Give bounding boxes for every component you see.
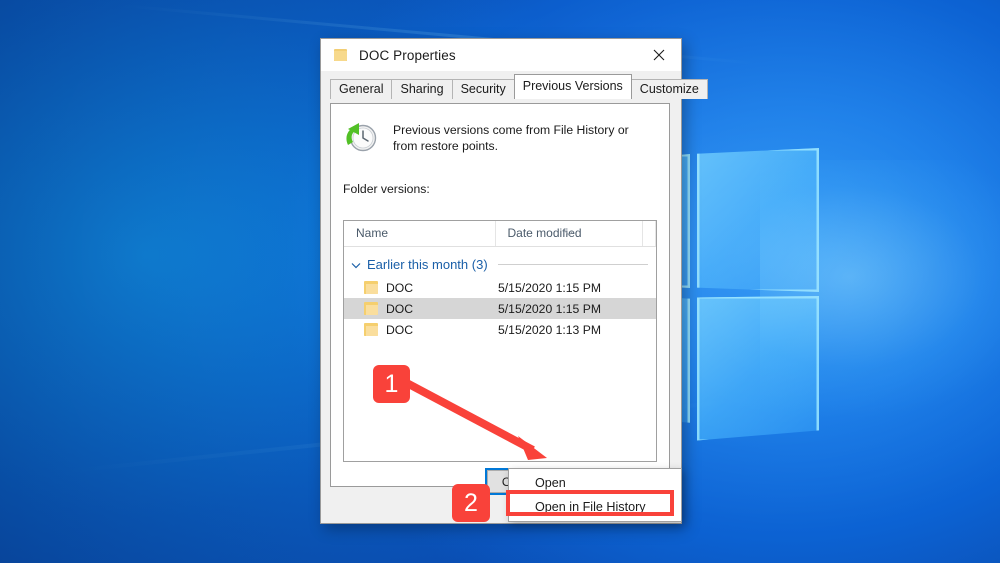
menu-item-open-in-file-history[interactable]: Open in File History [509, 495, 681, 519]
step-badge-2: 2 [452, 484, 490, 522]
tab-general[interactable]: General [330, 79, 393, 99]
chevron-down-icon[interactable] [350, 258, 362, 270]
list-group-header[interactable]: Earlier this month (3) [344, 251, 656, 277]
restore-clock-icon [343, 120, 379, 156]
row-date-modified: 5/15/2020 1:15 PM [498, 301, 601, 316]
tab-security[interactable]: Security [451, 79, 515, 99]
row-name: DOC [386, 301, 414, 316]
previous-versions-panel: Previous versions come from File History… [330, 103, 670, 495]
row-name: DOC [386, 322, 414, 337]
screenshot-root: DOC Properties General Sharing Security … [0, 0, 1000, 563]
dialog-title: DOC Properties [359, 47, 456, 63]
folder-icon [334, 48, 347, 62]
properties-dialog: DOC Properties General Sharing Security … [320, 38, 708, 524]
info-banner: Previous versions come from File History… [343, 120, 669, 156]
folder-icon [364, 281, 378, 294]
list-group-label: Earlier this month (3) [367, 256, 488, 272]
column-header-date-modified[interactable]: Date modified [496, 221, 643, 246]
sort-ascending-chevron-icon [564, 221, 574, 236]
tab-sharing[interactable]: Sharing [391, 79, 453, 99]
folder-versions-list[interactable]: Name Date modified Earlier this month (3… [343, 220, 657, 462]
open-dropdown-menu: Open Open in File History [508, 468, 682, 522]
tab-customize[interactable]: Customize [630, 79, 708, 99]
table-row[interactable]: DOC 5/15/2020 1:13 PM [344, 319, 656, 340]
list-column-headers: Name Date modified [344, 221, 656, 247]
row-name: DOC [386, 280, 414, 295]
group-divider [497, 263, 648, 265]
row-date-modified: 5/15/2020 1:13 PM [498, 322, 601, 337]
column-header-spacer [643, 221, 656, 246]
folder-icon [364, 323, 378, 336]
step-badge-1: 1 [373, 365, 410, 403]
row-date-modified: 5/15/2020 1:15 PM [498, 280, 601, 295]
menu-item-open[interactable]: Open [509, 471, 681, 495]
close-icon[interactable] [637, 39, 681, 71]
folder-icon [364, 302, 378, 315]
info-text: Previous versions come from File History… [393, 123, 629, 153]
dialog-titlebar: DOC Properties [321, 39, 681, 71]
tab-strip: General Sharing Security Previous Versio… [330, 74, 708, 99]
table-row[interactable]: DOC 5/15/2020 1:15 PM [344, 277, 656, 298]
folder-versions-label: Folder versions: [343, 182, 430, 196]
table-row[interactable]: DOC 5/15/2020 1:15 PM [344, 298, 656, 319]
tab-previous-versions[interactable]: Previous Versions [513, 74, 632, 99]
column-header-name[interactable]: Name [344, 221, 496, 246]
